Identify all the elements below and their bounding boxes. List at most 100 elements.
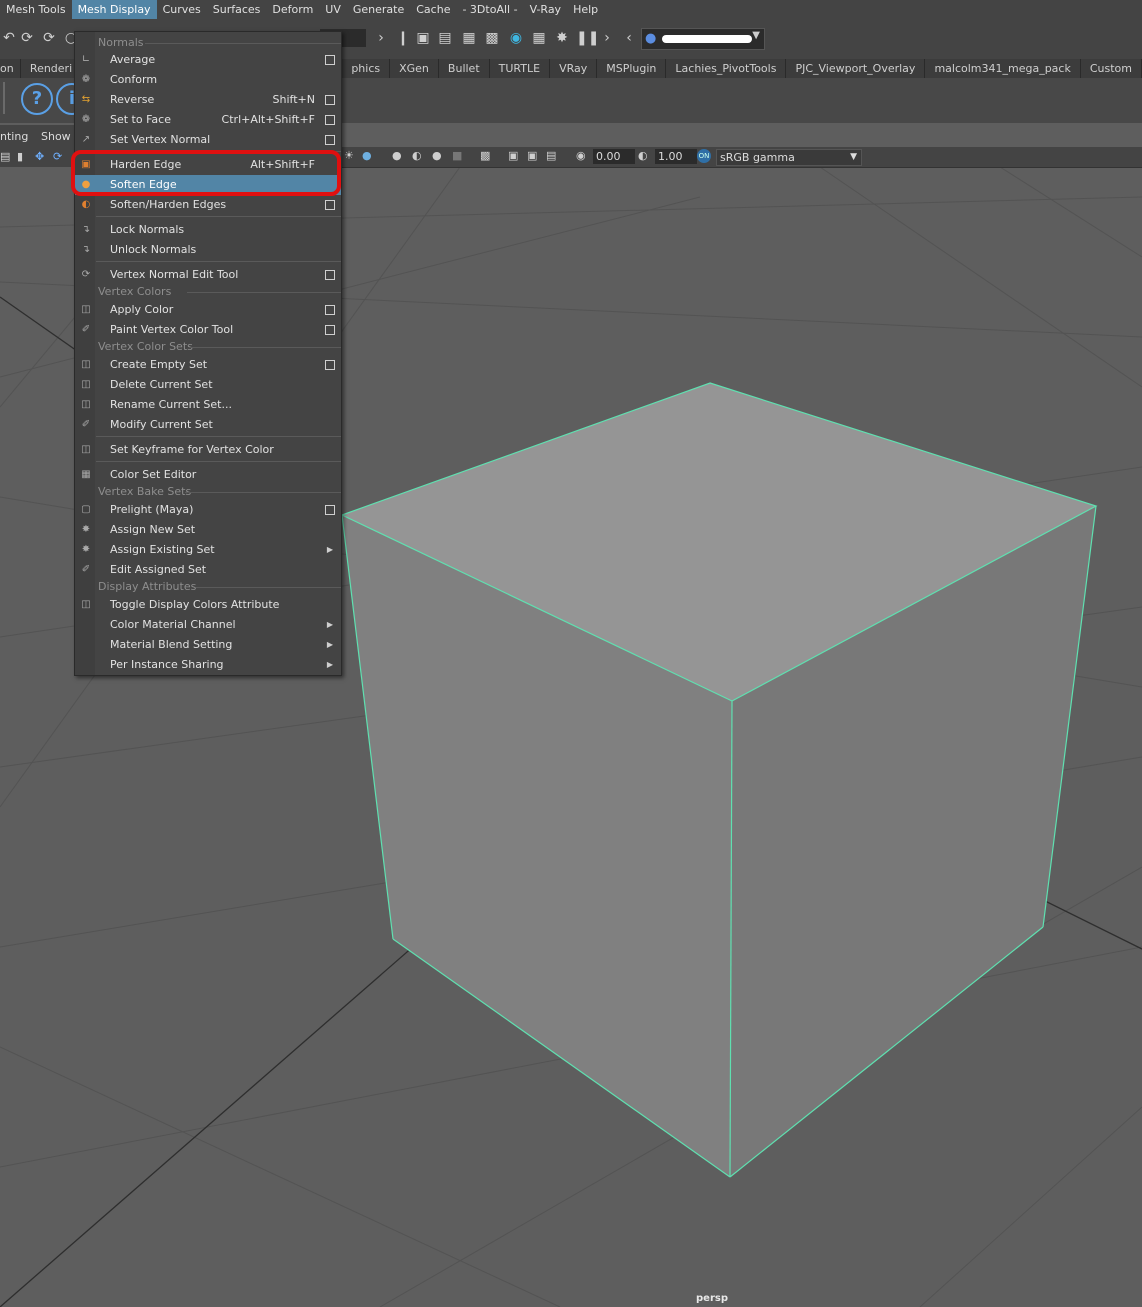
pause-icon[interactable]: ❚❚	[576, 29, 599, 47]
menu-item-vertex-normal-edit-tool[interactable]: ⟳ Vertex Normal Edit Tool	[75, 265, 341, 285]
depth-of-field-icon[interactable]: ■	[452, 149, 462, 162]
menu-cache[interactable]: Cache	[410, 0, 456, 19]
menu-item-average[interactable]: ∟ Average	[75, 50, 341, 70]
exposure-field[interactable]: 0.00	[593, 149, 635, 164]
snap-curve-icon[interactable]: ⟳	[40, 29, 58, 47]
rotate-tool-icon[interactable]: ⟳	[53, 150, 62, 163]
menu-item-paint-vertex-color-tool[interactable]: ✐ Paint Vertex Color Tool	[75, 320, 341, 340]
option-box[interactable]	[325, 505, 335, 515]
option-box[interactable]	[325, 135, 335, 145]
option-box[interactable]	[325, 360, 335, 370]
menu-mesh-display[interactable]: Mesh Display	[71, 0, 157, 19]
ipr-render-icon[interactable]: ▦	[460, 29, 478, 47]
menu-item-reverse[interactable]: ⇆ Reverse Shift+N	[75, 90, 341, 110]
menu-help[interactable]: Help	[567, 0, 604, 19]
menu-item-create-empty-set[interactable]: ◫ Create Empty Set	[75, 355, 341, 375]
menu-item-toggle-display-colors[interactable]: ◫ Toggle Display Colors Attribute	[75, 595, 341, 615]
render-frame-icon[interactable]: ▤	[436, 29, 454, 47]
menu-item-per-instance-sharing[interactable]: Per Instance Sharing ▶	[75, 655, 341, 675]
shelf-tab-pjc-viewport-overlay[interactable]: PJC_Viewport_Overlay	[786, 59, 926, 78]
menu-item-apply-color[interactable]: ◫ Apply Color	[75, 300, 341, 320]
menu-item-set-vertex-normal[interactable]: ↗ Set Vertex Normal	[75, 130, 341, 150]
shelf-tab-msplugin[interactable]: MSPlugin	[597, 59, 667, 78]
gamma-icon[interactable]: ◐	[638, 149, 648, 162]
menu-item-assign-existing-set[interactable]: ✸ Assign Existing Set ▶	[75, 540, 341, 560]
menu-item-color-material-channel[interactable]: Color Material Channel ▶	[75, 615, 341, 635]
motion-blur-icon[interactable]: ◐	[412, 149, 422, 162]
color-space-select[interactable]: sRGB gamma ▼	[716, 149, 862, 166]
exposure-icon[interactable]: ◉	[576, 149, 586, 162]
shelf-tab-vray[interactable]: VRay	[550, 59, 598, 78]
menu-curves[interactable]: Curves	[157, 0, 207, 19]
menu-surfaces[interactable]: Surfaces	[207, 0, 267, 19]
menu-deform[interactable]: Deform	[266, 0, 319, 19]
ambient-occlusion-icon[interactable]: ●	[392, 149, 402, 162]
menu-lighting[interactable]: nting	[0, 130, 28, 143]
grid-icon[interactable]: ▤	[0, 150, 10, 163]
menu-item-set-keyframe-vertex-color[interactable]: ◫ Set Keyframe for Vertex Color	[75, 440, 341, 460]
option-box[interactable]	[325, 115, 335, 125]
menu-item-conform[interactable]: ❁ Conform	[75, 70, 341, 90]
anti-alias-icon[interactable]: ●	[432, 149, 442, 162]
vray-render-icon[interactable]: ▦	[530, 29, 548, 47]
prelight-icon: ▢	[81, 504, 91, 515]
menu-show[interactable]: Show	[41, 130, 71, 143]
xray-joints-icon[interactable]: ▣	[527, 149, 537, 162]
option-box[interactable]	[325, 270, 335, 280]
option-box[interactable]	[325, 325, 335, 335]
menu-item-soften-harden-edges[interactable]: ◐ Soften/Harden Edges	[75, 195, 341, 215]
shelf-tab-custom[interactable]: Custom	[1081, 59, 1142, 78]
color-management-icon[interactable]: ON	[697, 149, 711, 163]
gamma-field[interactable]: 1.00	[655, 149, 697, 164]
menu-item-rename-current-set[interactable]: ◫ Rename Current Set...	[75, 395, 341, 415]
paint-select-icon[interactable]: ⟳	[18, 29, 36, 47]
shelf-tab-graphics[interactable]: phics	[342, 59, 391, 78]
menu-item-set-to-face[interactable]: ❁ Set to Face Ctrl+Alt+Shift+F	[75, 110, 341, 130]
lasso-select-icon[interactable]: ↶	[0, 29, 18, 47]
menu-uv[interactable]: UV	[319, 0, 347, 19]
option-box[interactable]	[325, 55, 335, 65]
shelf-tab-animation[interactable]: on	[0, 59, 21, 78]
menu-item-material-blend-setting[interactable]: Material Blend Setting ▶	[75, 635, 341, 655]
shelf-tab-xgen[interactable]: XGen	[390, 59, 439, 78]
account-dropdown[interactable]: ● ▼	[641, 28, 765, 50]
menu-3dtoall[interactable]: - 3DtoAll -	[456, 0, 523, 19]
shelf-tab-turtle[interactable]: TURTLE	[490, 59, 551, 78]
shelf-handle[interactable]	[3, 82, 5, 114]
shadows-icon[interactable]: ●	[362, 149, 372, 162]
shelf-tab-malcolm341[interactable]: malcolm341_mega_pack	[925, 59, 1081, 78]
menu-generate[interactable]: Generate	[347, 0, 410, 19]
isolate-select-icon[interactable]: ▩	[480, 149, 490, 162]
menu-mesh-tools[interactable]: Mesh Tools	[0, 0, 72, 19]
xray-components-icon[interactable]: ▤	[546, 149, 556, 162]
menu-item-unlock-normals[interactable]: ↴ Unlock Normals	[75, 240, 341, 260]
menu-item-delete-current-set[interactable]: ◫ Delete Current Set	[75, 375, 341, 395]
lighting-icon[interactable]: ☀	[344, 149, 354, 162]
render-view-icon[interactable]: ▣	[414, 29, 432, 47]
vray-ipr-icon[interactable]: ✸	[553, 29, 571, 47]
chevron-right-icon[interactable]: ›	[372, 29, 390, 47]
bookmark-icon[interactable]: ▮	[17, 150, 23, 163]
menu-vray[interactable]: V-Ray	[524, 0, 568, 19]
menu-item-label: Rename Current Set...	[110, 398, 232, 411]
input-line-icon[interactable]: ❙	[394, 29, 412, 47]
apply-color-icon: ◫	[81, 304, 91, 315]
menu-item-color-set-editor[interactable]: ▦ Color Set Editor	[75, 465, 341, 485]
menu-item-edit-assigned-set[interactable]: ✐ Edit Assigned Set	[75, 560, 341, 580]
render-settings-icon[interactable]: ▩	[483, 29, 501, 47]
shelf-tab-lachies-pivottools[interactable]: Lachies_PivotTools	[666, 59, 787, 78]
shelf-tab-bullet[interactable]: Bullet	[439, 59, 490, 78]
xray-icon[interactable]: ▣	[508, 149, 518, 162]
move-tool-icon[interactable]: ✥	[35, 150, 44, 163]
menu-item-modify-current-set[interactable]: ✐ Modify Current Set	[75, 415, 341, 435]
option-box[interactable]	[325, 95, 335, 105]
chevron-right-icon[interactable]: ›	[598, 29, 616, 47]
redacted-username	[662, 35, 752, 43]
menu-item-lock-normals[interactable]: ↴ Lock Normals	[75, 220, 341, 240]
help-icon[interactable]: ?	[21, 83, 53, 115]
menu-item-assign-new-set[interactable]: ✸ Assign New Set	[75, 520, 341, 540]
option-box[interactable]	[325, 305, 335, 315]
hypershade-icon[interactable]: ◉	[507, 29, 525, 47]
menu-item-prelight-maya[interactable]: ▢ Prelight (Maya)	[75, 500, 341, 520]
option-box[interactable]	[325, 200, 335, 210]
